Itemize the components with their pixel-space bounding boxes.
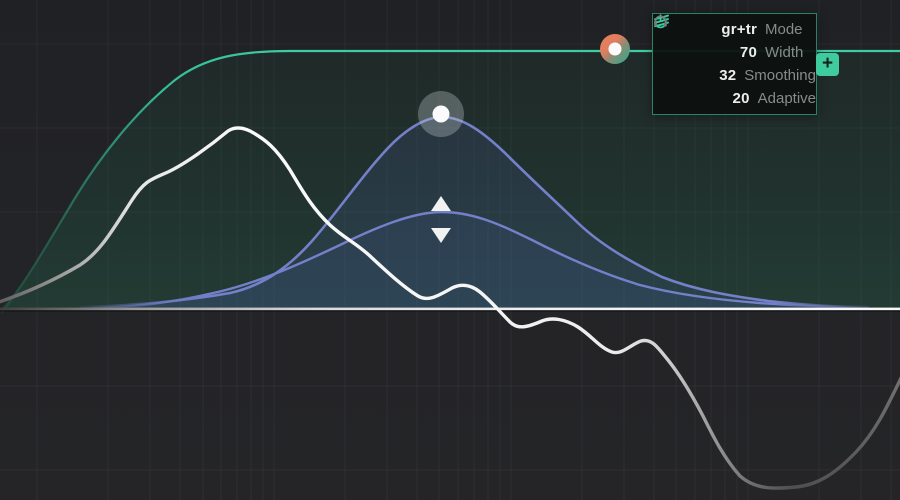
boundary-node[interactable] [600, 34, 630, 64]
param-row-adaptive[interactable]: 20 Adaptive [653, 87, 816, 110]
smoothing-label: Smoothing [744, 67, 816, 84]
smoothing-value: 32 [719, 67, 737, 84]
param-row-width[interactable]: 70 Width [653, 14, 816, 64]
zero-line-shadow [0, 310, 900, 312]
plugin-window: gr+tr Mode 70 Width 32 Smoothing 20 Adap… [0, 0, 900, 500]
mode-label: Mode [765, 21, 803, 38]
band-peak-dot [432, 105, 450, 123]
adaptive-value: 20 [732, 90, 750, 107]
band-peak-node[interactable] [418, 91, 464, 137]
band-range-down-arrow[interactable] [431, 228, 451, 243]
boundary-node-dot [608, 42, 622, 56]
mode-value: gr+tr [721, 21, 757, 38]
zero-line [0, 307, 900, 311]
width-value: 70 [739, 44, 757, 61]
adaptive-label: Adaptive [757, 90, 816, 107]
parameter-panel: gr+tr Mode 70 Width 32 Smoothing 20 Adap… [652, 13, 817, 115]
param-row-mode[interactable]: gr+tr Mode [653, 14, 816, 41]
width-label: Width [765, 44, 804, 61]
band-range-up-arrow[interactable] [431, 196, 451, 211]
add-band-button[interactable]: + [816, 53, 839, 76]
param-row-smoothing[interactable]: 32 Smoothing [653, 15, 816, 87]
